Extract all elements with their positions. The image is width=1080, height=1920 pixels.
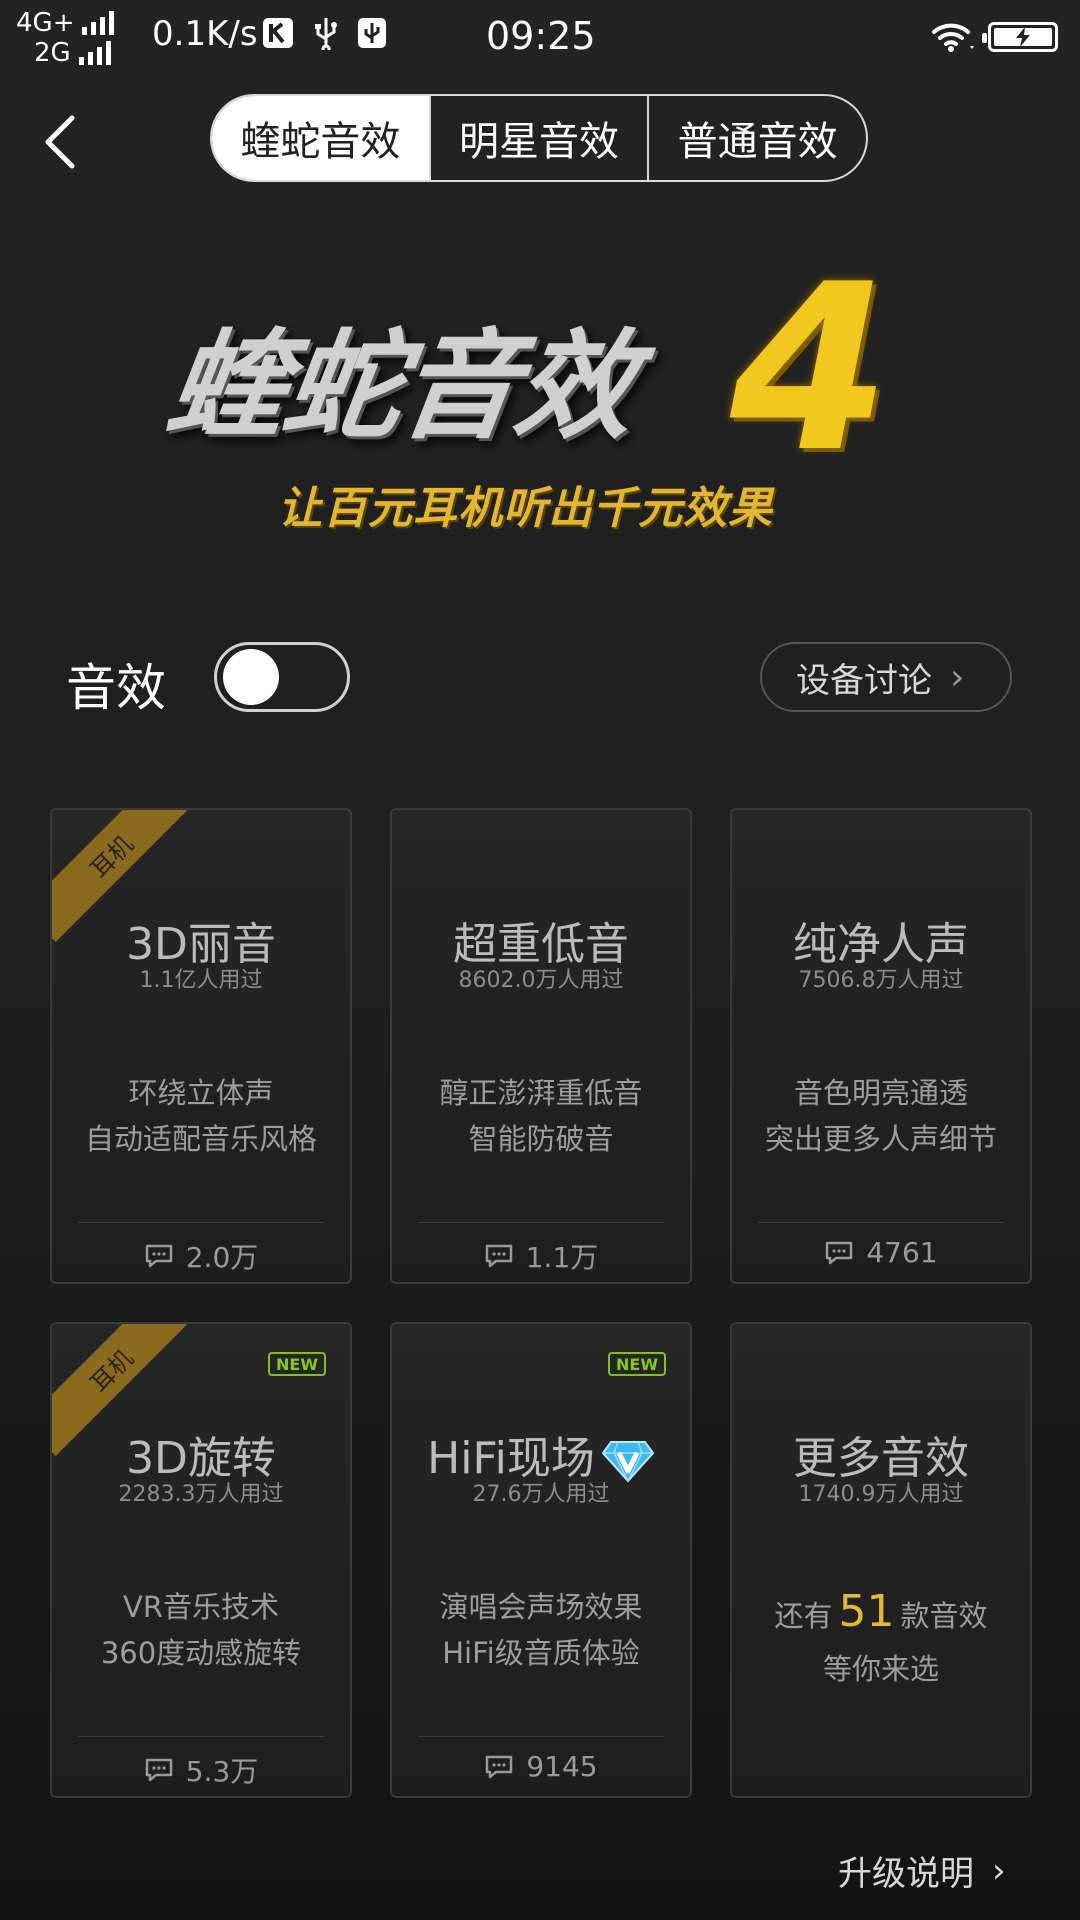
usb-icon <box>315 18 337 50</box>
sound-effect-toggle[interactable] <box>214 642 350 712</box>
comment-icon <box>826 1241 853 1264</box>
card-divider <box>78 1736 324 1737</box>
status-bar: 4G+ 2G 0.1K/s 09:25 <box>0 0 1080 78</box>
effect-tabs: 蝰蛇音效 明星音效 普通音效 <box>210 94 868 182</box>
comment-icon <box>485 1244 512 1268</box>
more-effects-count-line: 还有 51 款音效 <box>732 1586 1030 1637</box>
comment-count: 4761 <box>866 1236 938 1269</box>
more-prefix: 还有 <box>774 1599 833 1633</box>
banner-subtitle: 让百元耳机听出千元效果 <box>278 483 773 534</box>
card-divider <box>78 1222 324 1223</box>
card-divider <box>418 1222 664 1223</box>
comment-icon <box>486 1755 513 1778</box>
card-divider <box>758 1222 1004 1223</box>
card-comments[interactable]: 5.3万 <box>52 1750 350 1790</box>
charging-bolt-icon <box>1016 27 1030 47</box>
effect-card-pure-vocal[interactable]: 纯净人声 7506.8万人用过 音色明亮通透 突出更多人声细节 4761 <box>730 808 1032 1284</box>
toggle-knob <box>223 649 279 705</box>
card-desc-line2: 自动适配音乐风格 <box>84 1122 317 1156</box>
more-suffix: 款音效 <box>900 1599 988 1633</box>
device-discussion-button[interactable]: 设备讨论 › <box>760 642 1012 712</box>
card-desc-line2: 智能防破音 <box>468 1122 614 1156</box>
sound-effect-label: 音效 <box>66 659 166 717</box>
effect-card-3d-rotate[interactable]: 耳机 NEW 3D旋转 2283.3万人用过 VR音乐技术 360度动感旋转 5… <box>50 1322 352 1798</box>
card-comments[interactable]: 9145 <box>392 1750 690 1783</box>
comment-count: 5.3万 <box>185 1755 259 1788</box>
network-speed: 0.1K/s <box>152 14 258 54</box>
card-desc-line2: 360度动感旋转 <box>100 1636 302 1670</box>
tab-viper-effects[interactable]: 蝰蛇音效 <box>212 96 429 180</box>
comment-count: 2.0万 <box>185 1241 259 1274</box>
banner-version-number: 4 <box>730 236 891 503</box>
card-comments[interactable]: 2.0万 <box>52 1236 350 1276</box>
comment-icon <box>145 1244 172 1268</box>
kugou-k-icon <box>263 18 293 48</box>
card-comments[interactable]: 1.1万 <box>392 1236 690 1276</box>
chevron-right-icon: › <box>950 656 965 698</box>
upgrade-notes-link[interactable]: 升级说明 › <box>838 1846 1006 1895</box>
signal-bars-icon <box>82 11 115 35</box>
card-desc-line1: VR音乐技术 <box>123 1590 279 1624</box>
card-desc-line2: 突出更多人声细节 <box>764 1122 997 1156</box>
upgrade-notes-label: 升级说明 <box>838 1854 974 1894</box>
more-effects-line2: 等你来选 <box>822 1652 939 1686</box>
effect-card-3d-liyin[interactable]: 耳机 3D丽音 1.1亿人用过 环绕立体声 自动适配音乐风格 2.0万 <box>50 808 352 1284</box>
back-arrow-icon[interactable] <box>40 112 80 172</box>
signal-bars-icon <box>78 41 111 65</box>
tab-normal-effects[interactable]: 普通音效 <box>647 96 866 180</box>
effect-card-more[interactable]: 更多音效 1740.9万人用过 还有 51 款音效 等你来选 <box>730 1322 1032 1798</box>
tab-star-effects[interactable]: 明星音效 <box>428 96 648 180</box>
banner-title: 蝰蛇音效 <box>158 317 643 455</box>
network-type-secondary: 2G <box>34 38 71 68</box>
effect-card-super-bass[interactable]: 超重低音 8602.0万人用过 醇正澎湃重低音 智能防破音 1.1万 <box>390 808 692 1284</box>
card-desc-line1: 音色明亮通透 <box>793 1076 968 1110</box>
comment-count: 9145 <box>526 1750 598 1783</box>
card-desc-line1: 醇正澎湃重低音 <box>439 1076 643 1110</box>
card-desc-line1: 环绕立体声 <box>128 1076 274 1110</box>
clock: 09:25 <box>486 14 596 58</box>
battery-icon <box>982 22 1058 52</box>
new-badge: NEW <box>608 1352 666 1376</box>
more-effects-count: 51 <box>838 1586 895 1637</box>
card-user-count: 1740.9万人用过 <box>798 1482 964 1507</box>
network-indicator: 4G+ 2G <box>16 8 115 68</box>
network-type-primary: 4G+ <box>16 8 75 38</box>
chevron-right-icon: › <box>992 1850 1006 1891</box>
effect-card-hifi-live[interactable]: NEW HiFi现场 27.6万人用过 演唱会声场效果 HiFi级音质体验 91… <box>390 1322 692 1798</box>
card-desc-line2: HiFi级音质体验 <box>442 1636 640 1670</box>
card-user-count: 27.6万人用过 <box>472 1482 610 1507</box>
card-user-count: 8602.0万人用过 <box>458 968 624 993</box>
card-user-count: 2283.3万人用过 <box>118 1482 284 1507</box>
card-desc-line1: 演唱会声场效果 <box>439 1590 643 1624</box>
viper-banner: 蝰蛇音效 4 让百元耳机听出千元效果 <box>159 236 910 550</box>
device-discussion-label: 设备讨论 <box>796 660 932 701</box>
usb-debug-icon <box>358 18 386 48</box>
comment-icon <box>145 1758 172 1782</box>
card-user-count: 1.1亿人用过 <box>139 968 263 993</box>
card-comments[interactable]: 4761 <box>732 1236 1030 1269</box>
card-user-count: 7506.8万人用过 <box>798 968 964 993</box>
comment-count: 1.1万 <box>525 1241 599 1274</box>
new-badge: NEW <box>268 1352 326 1376</box>
wifi-icon <box>932 23 974 52</box>
card-divider <box>418 1736 664 1737</box>
